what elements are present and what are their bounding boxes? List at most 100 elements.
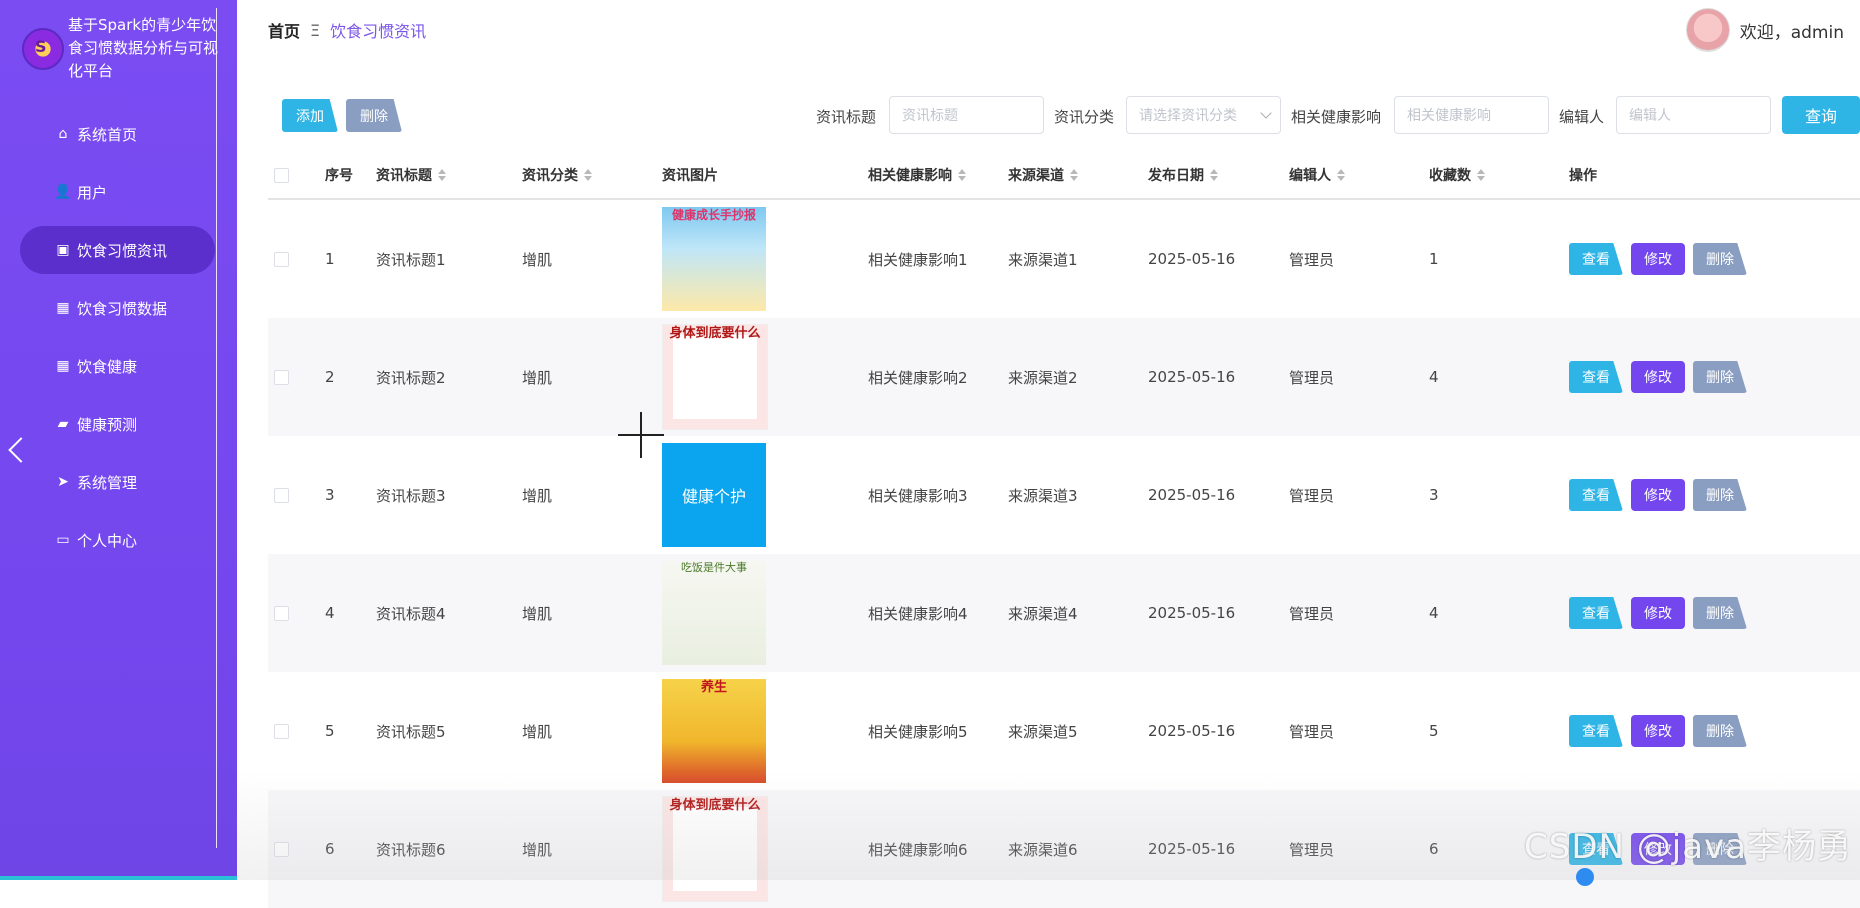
cell-category: 增肌 [522,840,553,859]
row-checkbox[interactable] [274,723,289,739]
sort-icon[interactable] [1477,169,1485,181]
sidebar-item-7[interactable]: ▭ 个人中心 [20,516,215,564]
cell-source: 来源渠道4 [1008,604,1078,623]
col-editor-label: 编辑人 [1289,168,1331,184]
select-all-checkbox[interactable] [274,167,289,183]
category-select[interactable]: 请选择资讯分类 [1126,96,1281,134]
collapse-sidebar-icon[interactable] [6,435,22,465]
cell-editor: 管理员 [1289,840,1335,859]
view-button[interactable]: 查看 [1569,361,1623,393]
edit-button[interactable]: 修改 [1631,361,1685,393]
add-button[interactable]: 添加 [282,99,338,132]
app-logo [22,28,64,70]
cell-editor: 管理员 [1289,604,1335,623]
edit-button[interactable]: 修改 [1631,597,1685,629]
row-actions: 查看 修改 删除 [1569,715,1747,747]
view-button[interactable]: 查看 [1569,715,1623,747]
news-thumbnail[interactable]: 身体到底要什么 [662,796,768,902]
news-table: 序号 资讯标题 资讯分类 资讯图片 相关健康影响 来源渠道 发布日期 编辑人 收… [268,152,1860,908]
col-editor[interactable]: 编辑人 [1289,152,1345,198]
sidebar-item-6[interactable]: ➤ 系统管理 [20,458,215,506]
sort-icon[interactable] [584,169,592,181]
cell-category: 增肌 [522,604,553,623]
news-thumbnail[interactable]: 健康成长手抄报 [662,207,766,311]
cell-title: 资讯标题1 [376,250,446,269]
news-thumbnail[interactable]: 养生 [662,679,766,783]
sidebar-item-2[interactable]: ▣ 饮食习惯资讯 [20,226,215,274]
category-filter-label: 资讯分类 [1054,108,1115,126]
editor-filter-input[interactable]: 编辑人 [1616,96,1771,134]
cell-index: 5 [325,722,335,740]
row-checkbox[interactable] [274,841,289,857]
col-favorites-label: 收藏数 [1429,168,1471,184]
sidebar-item-4[interactable]: ▦ 饮食健康 [20,342,215,390]
cell-editor: 管理员 [1289,722,1335,741]
app-title: 基于Spark的青少年饮食习惯数据分析与可视化平台 [68,16,219,80]
delete-button[interactable]: 删除 [1693,479,1747,511]
sidebar-item-5[interactable]: ▰ 健康预测 [20,400,215,448]
col-actions: 操作 [1569,168,1597,184]
grid-icon: ▦ [56,300,70,316]
sidebar-item-1[interactable]: 👤 用户 [20,168,215,216]
table-header: 序号 资讯标题 资讯分类 资讯图片 相关健康影响 来源渠道 发布日期 编辑人 收… [268,152,1860,200]
col-impact[interactable]: 相关健康影响 [868,152,966,198]
user-menu[interactable]: 欢迎，admin [1685,8,1844,52]
cell-favorites: 3 [1429,486,1439,504]
col-title-label: 资讯标题 [376,168,432,184]
grid-icon: ▦ [56,358,70,374]
view-button[interactable]: 查看 [1569,243,1623,275]
cell-index: 3 [325,486,335,504]
delete-button[interactable]: 删除 [1693,715,1747,747]
cell-category: 增肌 [522,486,553,505]
cell-date: 2025-05-16 [1148,722,1236,740]
sort-icon[interactable] [1337,169,1345,181]
row-checkbox[interactable] [274,369,289,385]
delete-button[interactable]: 删除 [1693,243,1747,275]
delete-button[interactable]: 删除 [1693,361,1747,393]
view-button[interactable]: 查看 [1569,597,1623,629]
sort-icon[interactable] [958,169,966,181]
batch-delete-button[interactable]: 删除 [346,99,402,132]
edit-button[interactable]: 修改 [1631,479,1685,511]
row-checkbox[interactable] [274,251,289,267]
col-index: 序号 [325,168,353,184]
sidebar-item-3[interactable]: ▦ 饮食习惯数据 [20,284,215,332]
col-date[interactable]: 发布日期 [1148,152,1218,198]
breadcrumb-home[interactable]: 首页 [268,18,300,42]
user-icon: 👤 [54,184,72,200]
view-button[interactable]: 查看 [1569,479,1623,511]
impact-filter-label: 相关健康影响 [1291,108,1382,126]
sort-icon[interactable] [1210,169,1218,181]
cell-source: 来源渠道6 [1008,840,1078,859]
sidebar-item-label: 饮食健康 [77,357,138,376]
edit-button[interactable]: 修改 [1631,243,1685,275]
title-filter-input[interactable]: 资讯标题 [889,96,1044,134]
cell-title: 资讯标题4 [376,604,446,623]
col-impact-label: 相关健康影响 [868,168,952,184]
sidebar-item-0[interactable]: ⌂ 系统首页 [20,110,215,158]
query-button[interactable]: 查询 [1782,96,1860,134]
row-checkbox[interactable] [274,487,289,503]
row-checkbox[interactable] [274,605,289,621]
news-thumbnail[interactable]: 健康个护 [662,443,766,547]
delete-button[interactable]: 删除 [1693,597,1747,629]
col-favorites[interactable]: 收藏数 [1429,152,1485,198]
cell-impact: 相关健康影响3 [868,486,968,505]
col-source[interactable]: 来源渠道 [1008,152,1078,198]
sort-icon[interactable] [438,169,446,181]
news-thumbnail[interactable]: 身体到底要什么 [662,324,768,430]
cell-category: 增肌 [522,368,553,387]
cell-category: 增肌 [522,250,553,269]
edit-button[interactable]: 修改 [1631,715,1685,747]
sidebar-item-label: 系统管理 [77,473,138,492]
welcome-text: 欢迎，admin [1739,22,1844,43]
sort-icon[interactable] [1070,169,1078,181]
sidebar-menu: ⌂ 系统首页 👤 用户 ▣ 饮食习惯资讯 ▦ 饮食习惯数据 ▦ 饮食健康 ▰ 健康预测 ➤ 系统管理 ▭ 个人… [0,110,237,574]
avatar[interactable] [1685,8,1730,52]
row-actions: 查看 修改 删除 [1569,597,1747,629]
col-category[interactable]: 资讯分类 [522,152,592,198]
impact-filter-input[interactable]: 相关健康影响 [1394,96,1549,134]
col-title[interactable]: 资讯标题 [376,152,446,198]
news-thumbnail[interactable]: 吃饭是件大事 [662,561,766,665]
cell-impact: 相关健康影响6 [868,840,968,859]
